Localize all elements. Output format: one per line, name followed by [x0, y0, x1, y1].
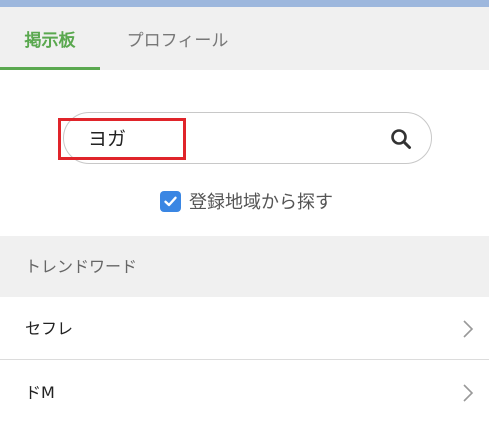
- tab-profile-label: プロフィール: [126, 31, 229, 51]
- top-status-strip: [0, 0, 489, 7]
- trend-item-label: セフレ: [25, 319, 74, 338]
- search-section: ヨガ 登録地域から探す: [0, 70, 489, 236]
- trend-item[interactable]: セフレ: [0, 297, 489, 360]
- region-filter[interactable]: 登録地域から探す: [160, 188, 333, 214]
- tab-board[interactable]: 掲示板: [0, 7, 100, 70]
- tab-board-label: 掲示板: [24, 31, 76, 51]
- region-filter-checkbox[interactable]: [160, 190, 181, 212]
- chevron-right-icon: [463, 320, 474, 338]
- trend-item-label: ドM: [25, 383, 55, 402]
- tab-bar: 掲示板 プロフィール: [0, 7, 489, 70]
- search-input[interactable]: ヨガ: [63, 112, 432, 164]
- trend-section-header: トレンドワード: [0, 236, 489, 297]
- trend-item[interactable]: ドM: [0, 361, 489, 422]
- chevron-right-icon: [463, 384, 474, 402]
- tab-profile[interactable]: プロフィール: [100, 7, 255, 70]
- search-icon[interactable]: [390, 128, 412, 150]
- region-filter-label: 登録地域から探す: [189, 192, 333, 213]
- check-icon: [164, 196, 177, 206]
- trend-section-title: トレンドワード: [25, 257, 138, 276]
- search-input-value: ヨガ: [88, 128, 127, 150]
